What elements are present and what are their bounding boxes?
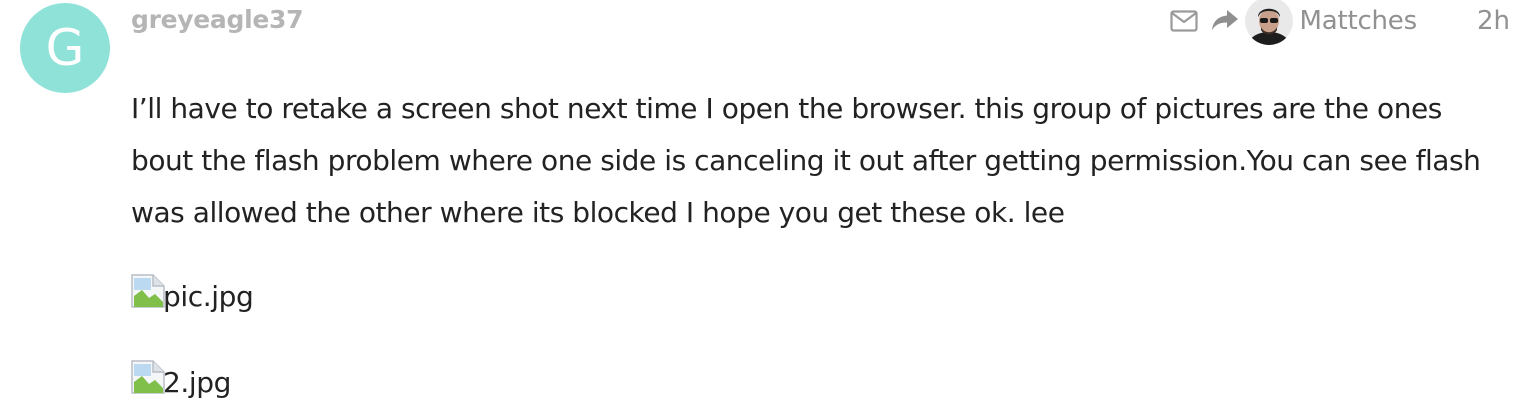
post-body: I’ll have to retake a screen shot next t…: [131, 92, 1481, 229]
attachment-image[interactable]: 2.jpg: [131, 360, 231, 399]
author-avatar[interactable]: G: [20, 3, 110, 93]
forum-post: G greyeagle37 Mattches 2h I’ll have to r…: [0, 0, 1530, 418]
attachment-filename: 2.jpg: [163, 366, 232, 399]
avatar-letter: G: [45, 19, 85, 77]
broken-image-icon: [131, 360, 165, 394]
post-meta: Mattches 2h: [1170, 0, 1510, 45]
attachment-filename: pic.jpg: [163, 280, 254, 313]
post-date[interactable]: 2h: [1477, 6, 1510, 36]
attachment-image[interactable]: pic.jpg: [131, 274, 254, 313]
reply-to-avatar[interactable]: [1245, 0, 1294, 45]
reply-to-username[interactable]: Mattches: [1299, 6, 1417, 36]
author-username[interactable]: greyeagle37: [131, 2, 304, 38]
broken-image-icon: [131, 274, 165, 308]
reply-arrow-icon[interactable]: [1211, 9, 1239, 33]
mail-icon[interactable]: [1170, 10, 1199, 32]
